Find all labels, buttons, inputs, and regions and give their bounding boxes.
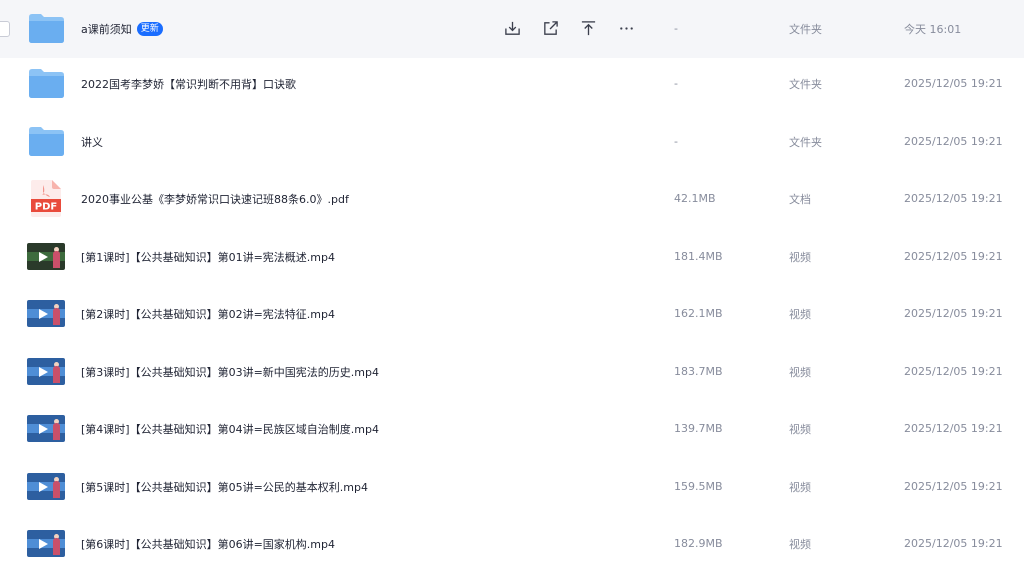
file-type: 文件夹 xyxy=(789,77,822,91)
download-icon xyxy=(504,22,520,36)
update-badge: 更新 xyxy=(136,21,163,36)
file-row[interactable]: [第1课时]【公共基础知识】第01讲=宪法概述.mp4 181.4MB 视频 2… xyxy=(0,228,1024,286)
file-type: 视频 xyxy=(789,307,811,321)
file-name[interactable]: [第2课时]【公共基础知识】第02讲=宪法特征.mp4 xyxy=(81,285,335,343)
folder-icon xyxy=(28,127,64,157)
file-size: 162.1MB xyxy=(674,307,723,321)
file-row[interactable]: a课前须知 更新 - 文件夹 今天 16:01 xyxy=(0,0,1024,58)
file-row[interactable]: [第4课时]【公共基础知识】第04讲=民族区域自治制度.mp4 139.7MB … xyxy=(0,400,1024,458)
file-name[interactable]: [第1课时]【公共基础知识】第01讲=宪法概述.mp4 xyxy=(81,228,335,286)
video-thumbnail-icon xyxy=(27,415,65,443)
file-name[interactable]: 2020事业公基《李梦娇常识口诀速记班88条6.0》.pdf xyxy=(81,170,349,228)
file-size: 182.9MB xyxy=(674,537,723,551)
file-type: 视频 xyxy=(789,480,811,494)
file-size: - xyxy=(674,22,678,36)
file-list: a课前须知 更新 - 文件夹 今天 16:01 2022国考李梦娇【常识判断不用… xyxy=(0,0,1024,584)
modified-time: 2025/12/05 19:21 xyxy=(904,480,1003,494)
modified-time: 2025/12/05 19:21 xyxy=(904,365,1003,379)
file-size: 181.4MB xyxy=(674,250,723,264)
file-name[interactable]: [第3课时]【公共基础知识】第03讲=新中国宪法的历史.mp4 xyxy=(81,343,379,401)
file-row[interactable]: 讲义 - 文件夹 2025/12/05 19:21 xyxy=(0,113,1024,171)
file-name[interactable]: [第4课时]【公共基础知识】第04讲=民族区域自治制度.mp4 xyxy=(81,400,379,458)
modified-time: 2025/12/05 19:21 xyxy=(904,192,1003,206)
file-row[interactable]: [第5课时]【公共基础知识】第05讲=公民的基本权利.mp4 159.5MB 视… xyxy=(0,458,1024,516)
video-thumbnail-icon xyxy=(27,530,65,558)
file-row[interactable]: [第6课时]【公共基础知识】第06讲=国家机构.mp4 182.9MB 视频 2… xyxy=(0,515,1024,573)
file-type: 视频 xyxy=(789,250,811,264)
file-row[interactable]: 2022国考李梦娇【常识判断不用背】口诀歌 - 文件夹 2025/12/05 1… xyxy=(0,55,1024,113)
row-actions xyxy=(500,0,652,58)
file-name[interactable]: [第5课时]【公共基础知识】第05讲=公民的基本权利.mp4 xyxy=(81,458,368,516)
video-thumbnail-icon xyxy=(27,473,65,501)
share-button[interactable] xyxy=(538,17,562,41)
file-type: 文件夹 xyxy=(789,135,822,149)
file-type: 视频 xyxy=(789,422,811,436)
file-type: 视频 xyxy=(789,365,811,379)
modified-time: 今天 16:01 xyxy=(904,22,962,36)
file-size: 42.1MB xyxy=(674,192,716,206)
more-icon xyxy=(619,27,633,30)
video-thumbnail-icon xyxy=(27,243,65,271)
modified-time: 2025/12/05 19:21 xyxy=(904,250,1003,264)
video-thumbnail-icon xyxy=(27,358,65,386)
file-row[interactable]: [第3课时]【公共基础知识】第03讲=新中国宪法的历史.mp4 183.7MB … xyxy=(0,343,1024,401)
move-to-top-icon xyxy=(581,21,595,36)
file-name[interactable]: 2022国考李梦娇【常识判断不用背】口诀歌 xyxy=(81,55,296,113)
modified-time: 2025/12/05 19:21 xyxy=(904,77,1003,91)
download-button[interactable] xyxy=(500,17,524,41)
file-size: - xyxy=(674,77,678,91)
modified-time: 2025/12/05 19:21 xyxy=(904,422,1003,436)
share-icon xyxy=(543,21,558,36)
file-size: 159.5MB xyxy=(674,480,723,494)
file-type: 文档 xyxy=(789,192,811,206)
video-thumbnail-icon xyxy=(27,300,65,328)
file-row[interactable]: PDF 2020事业公基《李梦娇常识口诀速记班88条6.0》.pdf 42.1M… xyxy=(0,170,1024,228)
row-checkbox[interactable] xyxy=(0,20,10,37)
file-size: 139.7MB xyxy=(674,422,723,436)
file-size: - xyxy=(674,135,678,149)
file-row[interactable]: [第2课时]【公共基础知识】第02讲=宪法特征.mp4 162.1MB 视频 2… xyxy=(0,285,1024,343)
pdf-icon: PDF xyxy=(31,180,61,218)
file-name[interactable]: a课前须知 xyxy=(81,21,132,37)
pdf-label: PDF xyxy=(35,202,57,213)
file-name[interactable]: 讲义 xyxy=(81,113,103,171)
folder-icon xyxy=(28,69,64,99)
file-name[interactable]: [第6课时]【公共基础知识】第06讲=国家机构.mp4 xyxy=(81,515,335,573)
modified-time: 2025/12/05 19:21 xyxy=(904,307,1003,321)
file-size: 183.7MB xyxy=(674,365,723,379)
modified-time: 2025/12/05 19:21 xyxy=(904,537,1003,551)
more-button[interactable] xyxy=(614,17,638,41)
file-type: 文件夹 xyxy=(789,22,822,36)
folder-icon xyxy=(28,14,64,44)
modified-time: 2025/12/05 19:21 xyxy=(904,135,1003,149)
file-type: 视频 xyxy=(789,537,811,551)
move-to-top-button[interactable] xyxy=(576,17,600,41)
